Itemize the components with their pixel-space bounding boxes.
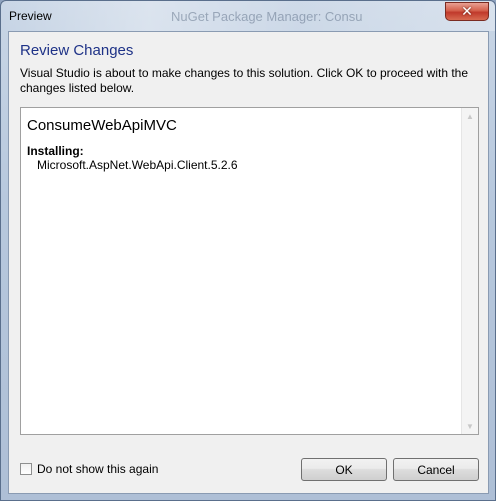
installing-label: Installing:: [27, 144, 84, 158]
close-icon: ✕: [461, 3, 473, 19]
project-name: ConsumeWebApiMVC: [27, 117, 177, 134]
preview-window: Preview NuGet Package Manager: Consu ✕ R…: [0, 0, 496, 501]
ok-button[interactable]: OK: [301, 458, 387, 481]
package-item: Microsoft.AspNet.WebApi.Client.5.2.6: [37, 158, 238, 172]
window-title: Preview: [9, 9, 52, 23]
do-not-show-label[interactable]: Do not show this again: [37, 462, 158, 476]
background-window-title: NuGet Package Manager: Consu: [171, 9, 363, 24]
dialog-description: Visual Studio is about to make changes t…: [20, 66, 469, 95]
do-not-show-checkbox[interactable]: [20, 463, 32, 475]
dialog-content: Review Changes Visual Studio is about to…: [8, 31, 489, 494]
changes-list[interactable]: ConsumeWebApiMVC Installing: Microsoft.A…: [20, 107, 479, 435]
cancel-button[interactable]: Cancel: [393, 458, 479, 481]
scroll-up-icon[interactable]: ▲: [462, 108, 478, 124]
close-button[interactable]: ✕: [445, 2, 489, 21]
dialog-heading: Review Changes: [20, 42, 134, 59]
vertical-scrollbar[interactable]: ▲ ▼: [461, 108, 478, 434]
scroll-down-icon[interactable]: ▼: [462, 418, 478, 434]
do-not-show-row[interactable]: Do not show this again: [20, 462, 158, 476]
